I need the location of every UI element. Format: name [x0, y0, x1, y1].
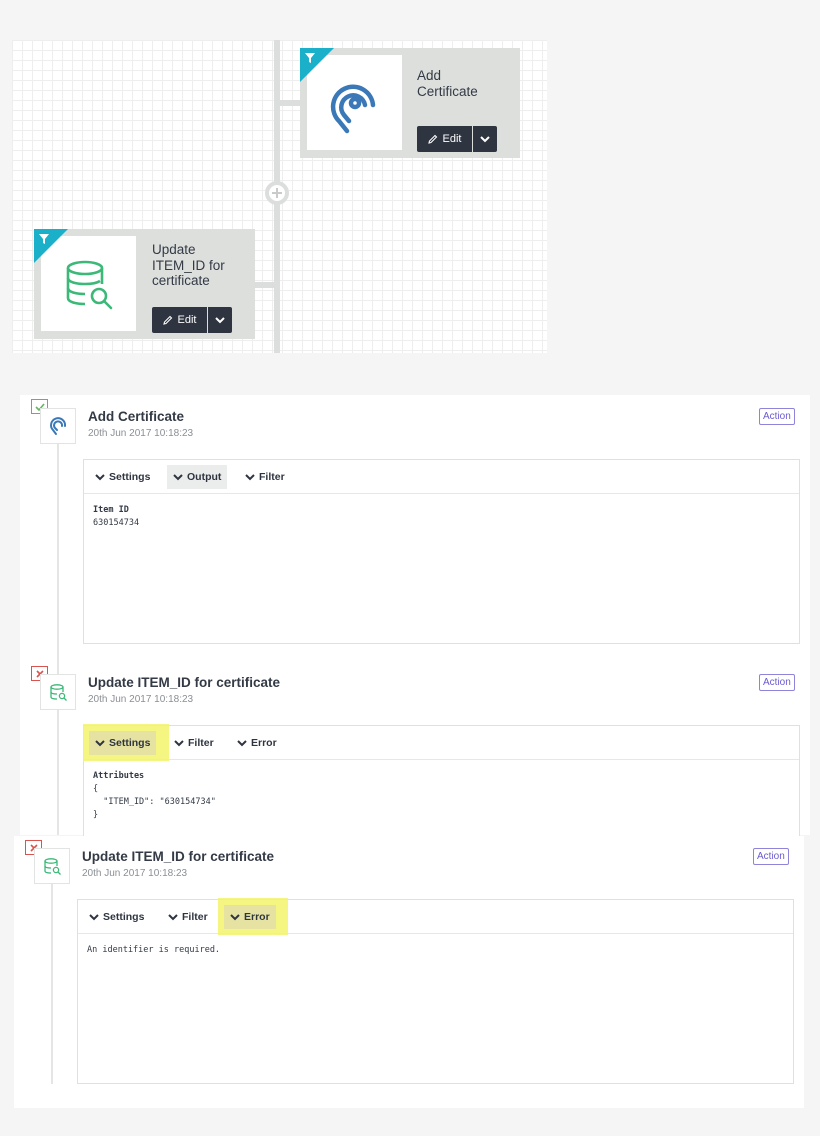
tab-error[interactable]: Error	[224, 905, 276, 929]
step-avatar	[40, 408, 76, 444]
settings-content: Attributes { "ITEM_ID": "630154734"}	[93, 770, 216, 822]
pencil-icon	[162, 315, 172, 325]
action-badge: Action	[759, 674, 795, 691]
chevron-down-icon	[480, 135, 490, 142]
step-title: ITEM_ID for	[152, 257, 225, 273]
log-details: Settings Filter Error An identifier is r…	[77, 898, 794, 1084]
tab-label: Filter	[188, 737, 214, 749]
action-badge: Action	[759, 408, 795, 425]
log-title: Update ITEM_ID for certificate	[82, 849, 275, 864]
chevron-down-icon	[230, 913, 240, 920]
workflow-canvas: Add Certificate Edit Update ITEM_ID for …	[12, 40, 547, 353]
tab-bar: Settings Output Filter	[84, 460, 799, 494]
chevron-down-icon	[173, 473, 183, 480]
edit-button[interactable]: Edit	[152, 307, 207, 333]
edit-label: Edit	[177, 314, 197, 326]
step-card-update-item-id[interactable]: Update ITEM_ID for certificate Edit	[34, 229, 255, 339]
database-search-icon	[50, 684, 67, 701]
settings-field-label: Attributes	[93, 771, 145, 781]
tab-output[interactable]: Output	[167, 465, 228, 489]
log-title: Update ITEM_ID for certificate	[88, 675, 281, 690]
timeline-rail	[51, 876, 53, 1084]
chevron-down-icon	[215, 316, 225, 323]
edit-dropdown-button[interactable]	[473, 126, 497, 152]
chevron-down-icon	[245, 473, 255, 480]
edit-dropdown-button[interactable]	[208, 307, 232, 333]
tab-bar: Settings Filter Error	[78, 898, 793, 935]
output-content: Item ID 630154734	[93, 504, 139, 530]
step-title: Update	[152, 242, 196, 257]
log-timestamp: 20th Jun 2017 10:18:23	[82, 868, 188, 879]
chevron-down-icon	[174, 739, 184, 746]
tab-label: Error	[244, 911, 270, 923]
log-timestamp: 20th Jun 2017 10:18:23	[88, 428, 194, 439]
step-title: Certificate	[417, 83, 478, 99]
chevron-down-icon	[89, 913, 99, 920]
step-title: Add	[417, 68, 442, 83]
step-card-add-certificate[interactable]: Add Certificate Edit	[300, 48, 520, 158]
output-field-value: 630154734	[93, 518, 140, 528]
filter-icon	[305, 53, 315, 63]
tab-label: Output	[187, 471, 222, 483]
settings-line: {	[93, 784, 99, 794]
branch-connector	[280, 100, 300, 106]
timeline-rail	[57, 443, 59, 835]
tab-filter[interactable]: Filter	[168, 731, 220, 755]
add-step-button[interactable]	[265, 181, 289, 205]
edit-label: Edit	[442, 133, 462, 145]
chevron-down-icon	[95, 473, 105, 480]
settings-line: }	[93, 810, 99, 820]
tab-settings[interactable]: Settings	[89, 731, 157, 755]
tab-label: Settings	[109, 471, 151, 483]
chevron-down-icon	[237, 739, 247, 746]
tab-filter[interactable]: Filter	[239, 465, 291, 489]
tab-label: Filter	[182, 911, 208, 923]
log-details: Settings Filter Error Attributes { "ITEM_…	[83, 724, 800, 840]
tab-settings[interactable]: Settings	[83, 905, 150, 929]
step-avatar	[34, 848, 70, 884]
database-search-icon	[44, 858, 61, 875]
tab-filter[interactable]: Filter	[162, 905, 214, 929]
plus-icon	[272, 188, 282, 198]
branch-connector	[252, 282, 276, 288]
step-avatar	[40, 674, 76, 710]
pin-icon	[50, 417, 67, 435]
tab-bar: Settings Filter Error	[83, 724, 799, 761]
tab-label: Settings	[109, 737, 151, 749]
chevron-down-icon	[95, 739, 105, 746]
pencil-icon	[427, 134, 437, 144]
log-title: Add Certificate	[88, 409, 185, 424]
output-field-label: Item ID	[93, 505, 129, 515]
log-details: Settings Output Filter Item ID 630154734	[83, 459, 800, 644]
tab-error[interactable]: Error	[231, 731, 283, 755]
filter-icon	[39, 234, 49, 244]
error-message: An identifier is required.	[87, 945, 221, 955]
tab-label: Filter	[259, 471, 285, 483]
tab-label: Settings	[103, 911, 145, 923]
log-timestamp: 20th Jun 2017 10:18:23	[88, 694, 194, 705]
action-badge: Action	[753, 848, 789, 865]
settings-line: "ITEM_ID": "630154734"	[93, 797, 216, 807]
tab-settings[interactable]: Settings	[89, 465, 156, 489]
chevron-down-icon	[168, 913, 178, 920]
tab-label: Error	[251, 737, 277, 749]
edit-button[interactable]: Edit	[417, 126, 472, 152]
step-title: certificate	[152, 273, 210, 288]
